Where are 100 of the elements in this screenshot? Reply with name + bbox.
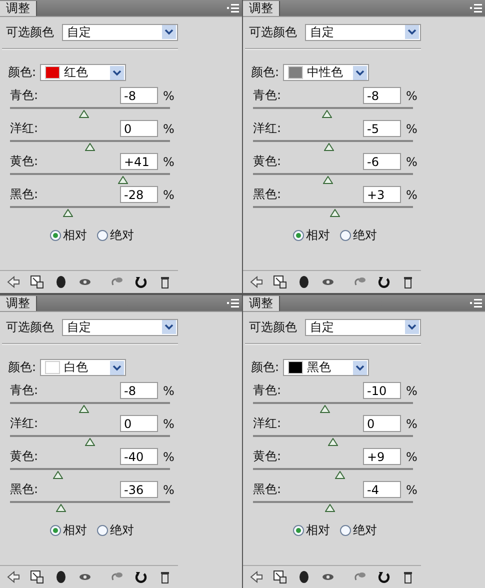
radio-option[interactable]: 绝对 bbox=[340, 227, 377, 244]
adjustment-title: 可选颜色 bbox=[249, 318, 297, 336]
value-field[interactable]: +9 bbox=[363, 448, 401, 466]
chevron-down-icon bbox=[110, 360, 124, 374]
value-field[interactable]: -8 bbox=[120, 87, 158, 104]
panel-menu-icon[interactable] bbox=[470, 299, 482, 308]
slider-label: 洋红: bbox=[253, 120, 282, 138]
preset-dropdown[interactable]: 自定 bbox=[305, 24, 421, 40]
radio-option[interactable]: 绝对 bbox=[97, 522, 134, 539]
value-field[interactable]: -8 bbox=[120, 382, 158, 400]
value-field[interactable]: -36 bbox=[120, 481, 158, 498]
radio-option[interactable]: 相对 bbox=[293, 227, 330, 244]
trash-icon[interactable] bbox=[401, 275, 415, 289]
refresh-icon[interactable] bbox=[134, 570, 148, 584]
percent-sign: % bbox=[163, 384, 174, 398]
color-label: 颜色: bbox=[8, 359, 36, 376]
refresh-icon[interactable] bbox=[377, 275, 391, 289]
percent-sign: % bbox=[406, 122, 418, 136]
percent-sign: % bbox=[163, 154, 174, 169]
chevron-down-icon bbox=[405, 25, 419, 39]
back-arrow-icon[interactable] bbox=[6, 570, 20, 584]
percent-sign: % bbox=[406, 384, 418, 398]
dark-circle-icon[interactable] bbox=[54, 275, 68, 289]
slider-label: 黄色: bbox=[10, 153, 40, 170]
preset-dropdown[interactable]: 自定 bbox=[305, 318, 421, 336]
trash-icon[interactable] bbox=[158, 570, 172, 584]
value-field[interactable]: 0 bbox=[120, 415, 158, 432]
slider-label: 青色: bbox=[10, 382, 40, 400]
color-label: 颜色: bbox=[8, 64, 36, 81]
value-field[interactable]: 0 bbox=[363, 415, 401, 432]
back-arrow-icon[interactable] bbox=[249, 570, 263, 584]
chevron-down-icon bbox=[162, 320, 176, 334]
slider-label: 黑色: bbox=[10, 481, 40, 498]
percent-sign: % bbox=[406, 154, 418, 169]
panel-tab[interactable]: 调整 bbox=[243, 1, 280, 16]
percent-sign: % bbox=[163, 188, 174, 202]
percent-sign: % bbox=[163, 122, 174, 136]
value-field[interactable]: -4 bbox=[363, 481, 401, 498]
percent-sign: % bbox=[163, 416, 174, 431]
slider-label: 洋红: bbox=[10, 415, 40, 432]
percent-sign: % bbox=[406, 188, 418, 202]
panel-menu-icon[interactable] bbox=[227, 299, 239, 308]
radio-option[interactable]: 相对 bbox=[293, 522, 330, 539]
panel-menu-icon[interactable] bbox=[227, 4, 239, 13]
radio-option[interactable]: 相对 bbox=[50, 522, 87, 539]
value-field[interactable]: -5 bbox=[363, 120, 401, 138]
color-label: 颜色: bbox=[251, 64, 280, 81]
percent-sign: % bbox=[163, 450, 174, 464]
color-dropdown[interactable]: 白色 bbox=[40, 359, 126, 376]
adjustment-title: 可选颜色 bbox=[249, 24, 297, 40]
chevron-down-icon bbox=[353, 66, 368, 80]
slider-label: 青色: bbox=[10, 87, 40, 104]
refresh-icon[interactable] bbox=[134, 275, 148, 289]
slider-label: 洋红: bbox=[10, 120, 40, 138]
color-dropdown[interactable]: 黑色 bbox=[283, 359, 370, 376]
radio-option[interactable]: 绝对 bbox=[340, 522, 377, 539]
slider-label: 洋红: bbox=[253, 415, 282, 432]
radio-option[interactable]: 绝对 bbox=[97, 227, 134, 244]
panel-tab[interactable]: 调整 bbox=[0, 296, 37, 311]
value-field[interactable]: -6 bbox=[363, 153, 401, 170]
slider-label: 黄色: bbox=[253, 448, 282, 466]
radio-option[interactable]: 相对 bbox=[50, 227, 87, 244]
percent-sign: % bbox=[163, 88, 174, 103]
resize-icon[interactable] bbox=[30, 570, 44, 584]
panel-tab[interactable]: 调整 bbox=[0, 1, 37, 16]
slider-label: 青色: bbox=[253, 382, 282, 400]
color-dropdown[interactable]: 红色 bbox=[40, 64, 126, 81]
color-label: 颜色: bbox=[251, 359, 280, 376]
resize-icon[interactable] bbox=[273, 570, 287, 584]
chevron-down-icon bbox=[162, 25, 176, 39]
dark-circle-icon[interactable] bbox=[54, 570, 68, 584]
panel-tab[interactable]: 调整 bbox=[243, 296, 280, 311]
preset-dropdown[interactable]: 自定 bbox=[62, 318, 178, 336]
back-arrow-icon[interactable] bbox=[249, 275, 263, 289]
trash-icon[interactable] bbox=[158, 275, 172, 289]
value-field[interactable]: +3 bbox=[363, 186, 401, 204]
preset-dropdown[interactable]: 自定 bbox=[62, 24, 178, 40]
trash-icon[interactable] bbox=[401, 570, 415, 584]
percent-sign: % bbox=[406, 88, 418, 103]
slider-label: 黄色: bbox=[10, 448, 40, 466]
dark-circle-icon[interactable] bbox=[297, 275, 311, 289]
chevron-down-icon bbox=[353, 360, 368, 374]
value-field[interactable]: -40 bbox=[120, 448, 158, 466]
panel-menu-icon[interactable] bbox=[470, 4, 482, 13]
resize-icon[interactable] bbox=[273, 275, 287, 289]
value-field[interactable]: -8 bbox=[363, 87, 401, 104]
color-dropdown[interactable]: 中性色 bbox=[283, 64, 370, 81]
value-field[interactable]: 0 bbox=[120, 120, 158, 138]
resize-icon[interactable] bbox=[30, 275, 44, 289]
chevron-down-icon bbox=[110, 66, 124, 80]
percent-sign: % bbox=[406, 482, 418, 497]
value-field[interactable]: +41 bbox=[120, 153, 158, 170]
dark-circle-icon[interactable] bbox=[297, 570, 311, 584]
back-arrow-icon[interactable] bbox=[6, 275, 20, 289]
slider-label: 黄色: bbox=[253, 153, 282, 170]
slider-label: 黑色: bbox=[10, 186, 40, 204]
value-field[interactable]: -10 bbox=[363, 382, 401, 400]
percent-sign: % bbox=[406, 416, 418, 431]
value-field[interactable]: -28 bbox=[120, 186, 158, 204]
refresh-icon[interactable] bbox=[377, 570, 391, 584]
